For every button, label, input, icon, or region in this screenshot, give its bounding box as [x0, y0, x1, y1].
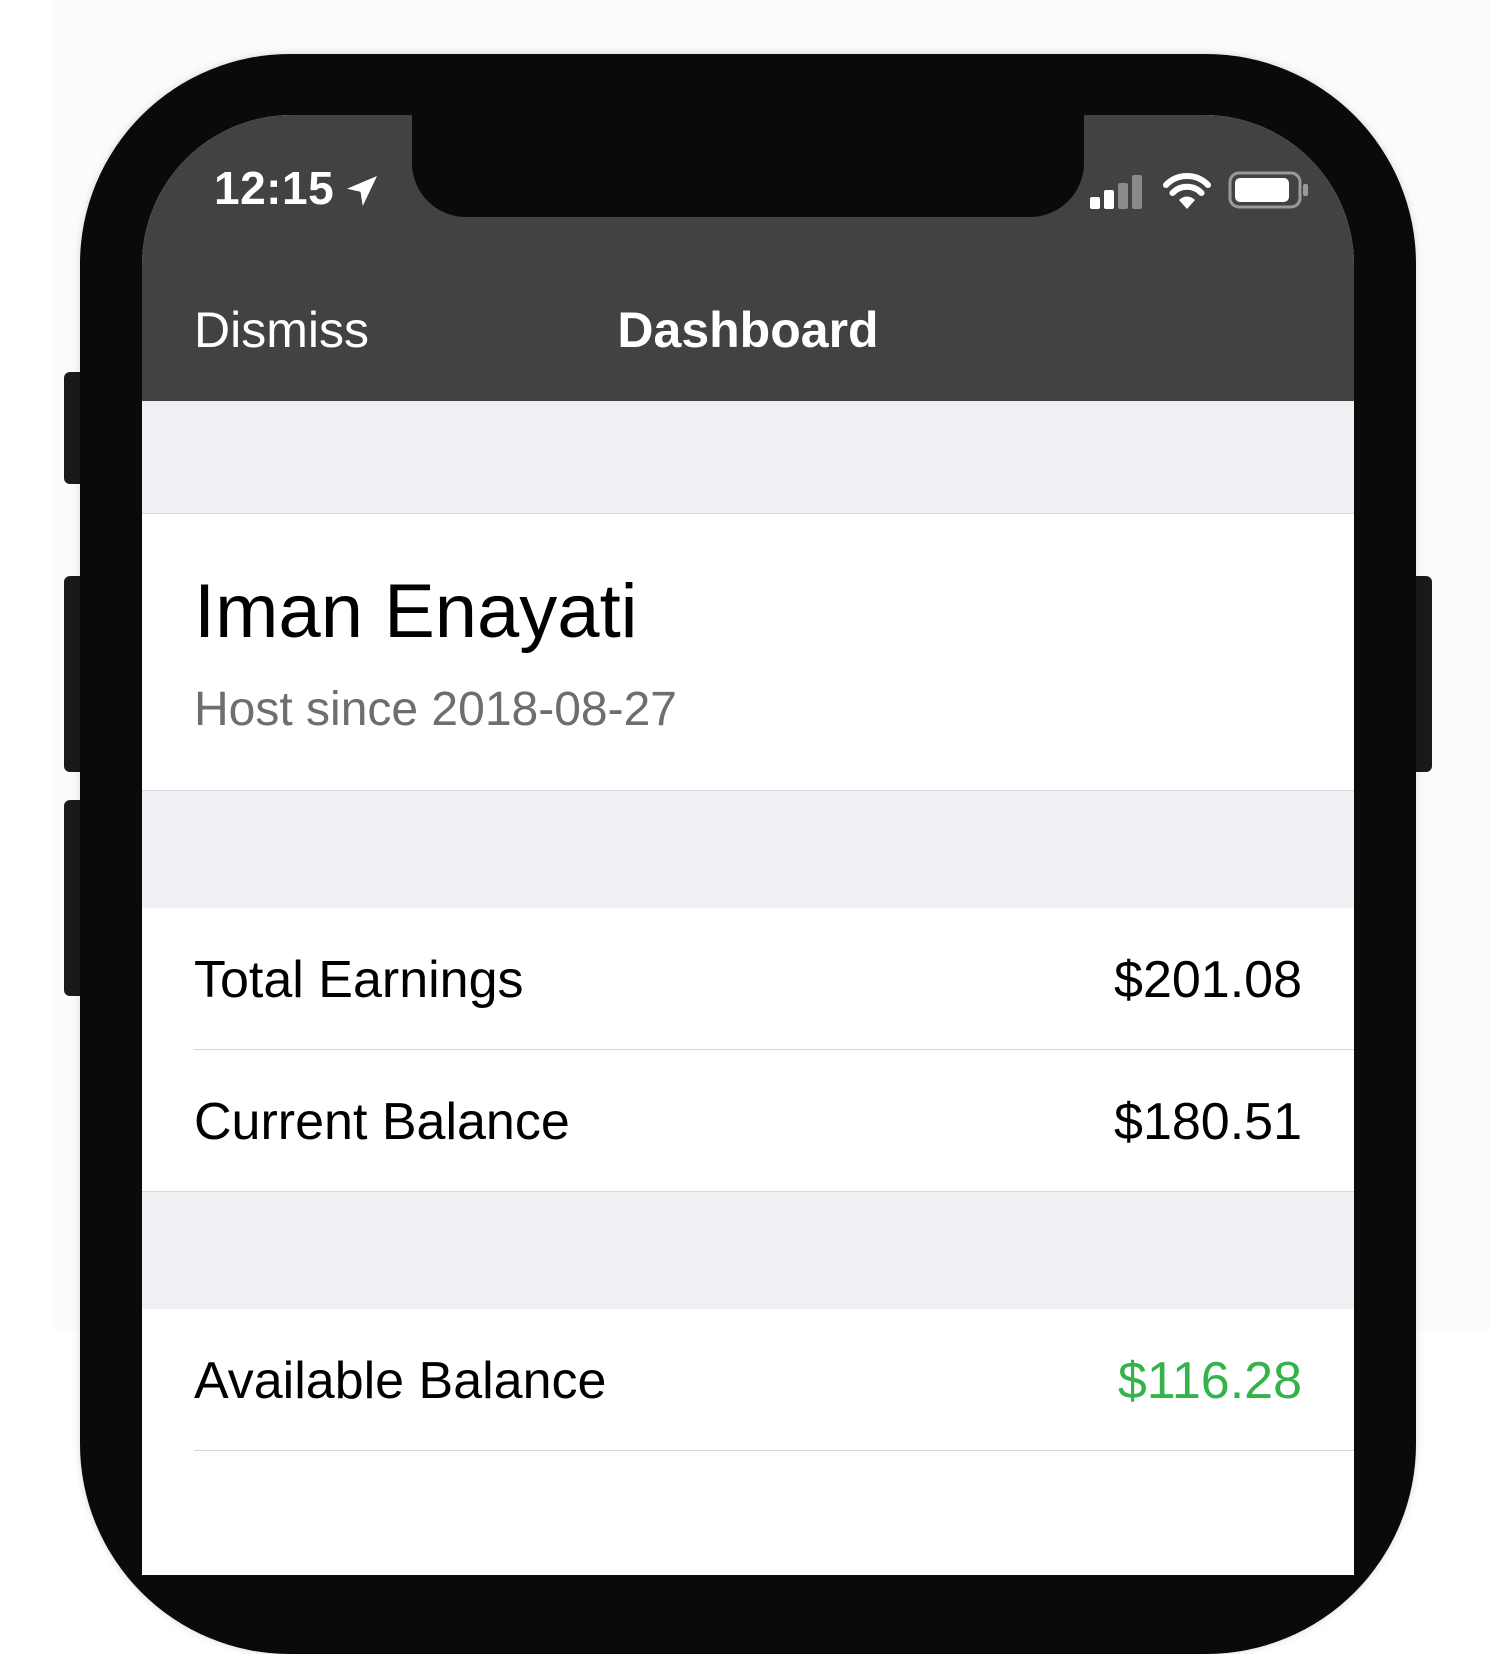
total-earnings-value: $201.08 [1114, 951, 1302, 1009]
available-section: Available Balance $116.28 [142, 1309, 1354, 1575]
table-row[interactable]: Current Balance $180.51 [142, 1050, 1354, 1192]
location-arrow-icon [347, 176, 377, 206]
battery-icon [1228, 171, 1308, 209]
earnings-section: Total Earnings $201.08 Current Balance $… [142, 908, 1354, 1191]
cellular-signal-icon [1090, 175, 1142, 209]
available-balance-label: Available Balance [194, 1352, 607, 1410]
table-row[interactable]: Total Earnings $201.08 [142, 908, 1354, 1050]
phone-screen: 12:15 Dismiss Dashboard Iman Enayati Hos… [142, 115, 1354, 1575]
status-time: 12:15 [214, 162, 335, 214]
host-name: Iman Enayati [194, 569, 638, 654]
section-spacer [142, 401, 1354, 514]
notch [412, 115, 1084, 217]
navigation-header: 12:15 Dismiss Dashboard [142, 115, 1354, 401]
section-spacer [142, 790, 1354, 909]
wifi-icon [1163, 173, 1211, 209]
current-balance-value: $180.51 [1114, 1093, 1302, 1151]
section-spacer [142, 1191, 1354, 1310]
table-row[interactable]: Available Balance $116.28 [142, 1309, 1354, 1451]
total-earnings-label: Total Earnings [194, 951, 524, 1009]
host-profile-cell: Iman Enayati Host since 2018-08-27 [142, 514, 1354, 790]
available-balance-value: $116.28 [1117, 1352, 1302, 1410]
row-divider [194, 1450, 1354, 1451]
dismiss-button[interactable]: Dismiss [194, 301, 369, 359]
current-balance-label: Current Balance [194, 1093, 570, 1151]
host-since-label: Host since 2018-08-27 [194, 683, 677, 736]
